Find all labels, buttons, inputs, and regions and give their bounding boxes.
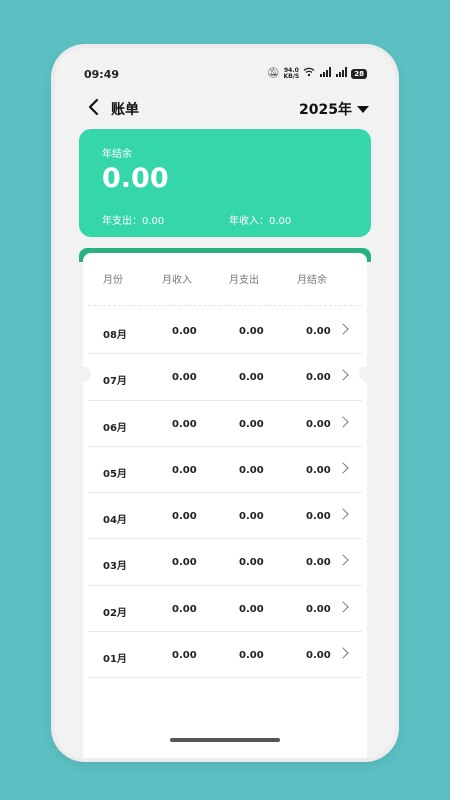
status-bar: 09:49 🔕︎ 94.0 KB/S 28 — [55, 48, 395, 88]
table-row[interactable]: 01月 0.00 0.00 0.00 — [88, 632, 362, 679]
row-month: 07月 — [103, 376, 127, 388]
year-income: 年收入：0.00 — [229, 212, 291, 227]
row-expense: 0.00 — [239, 650, 264, 662]
home-indicator[interactable] — [170, 738, 280, 742]
header-income: 月收入 — [162, 275, 192, 286]
table-header: 月份 月收入 月支出 月结余 — [83, 271, 367, 291]
chevron-left-icon[interactable] — [85, 98, 103, 116]
row-income: 0.00 — [172, 511, 197, 523]
battery-icon: 28 — [351, 69, 367, 79]
status-time: 09:49 — [84, 68, 120, 81]
year-income-value: 0.00 — [269, 216, 292, 227]
header-balance: 月结余 — [297, 275, 327, 286]
network-speed-unit: KB/S — [283, 73, 300, 80]
table-row[interactable]: 07月 0.00 0.00 0.00 — [88, 354, 362, 401]
chevron-right-icon — [337, 601, 349, 613]
row-income: 0.00 — [172, 418, 197, 430]
row-month: 01月 — [103, 654, 127, 666]
row-expense: 0.00 — [239, 511, 264, 523]
row-month: 08月 — [103, 330, 127, 341]
year-balance-amount: 0.00 — [102, 163, 169, 194]
row-income: 0.00 — [172, 557, 197, 569]
row-expense: 0.00 — [239, 603, 264, 615]
row-month: 04月 — [103, 515, 127, 527]
row-balance: 0.00 — [306, 464, 331, 476]
row-month: 06月 — [103, 422, 127, 434]
row-balance: 0.00 — [306, 650, 331, 662]
row-month: 05月 — [103, 468, 127, 480]
table-row[interactable]: 08月 0.00 0.00 0.00 — [88, 308, 362, 355]
signal-icon-1 — [319, 67, 332, 81]
row-month: 03月 — [103, 561, 127, 573]
header-divider — [88, 305, 362, 306]
row-income: 0.00 — [172, 650, 197, 662]
row-expense: 0.00 — [239, 418, 264, 430]
year-summary-card: 年结余 0.00 年支出：0.00 年收入：0.00 — [79, 129, 371, 237]
year-label: 2025年 — [299, 102, 352, 118]
network-speed: 94.0 KB/S — [284, 68, 300, 80]
row-balance: 0.00 — [306, 603, 331, 615]
row-balance: 0.00 — [306, 511, 331, 523]
year-balance-label: 年结余 — [102, 149, 132, 160]
table-row[interactable]: 03月 0.00 0.00 0.00 — [88, 539, 362, 586]
chevron-right-icon — [337, 415, 349, 428]
page-title: 账单 — [111, 102, 139, 118]
chevron-right-icon — [337, 554, 349, 567]
row-expense: 0.00 — [239, 326, 264, 337]
mute-icon: 🔕︎ — [266, 68, 280, 79]
chevron-right-icon — [337, 647, 349, 659]
row-balance: 0.00 — [306, 372, 331, 384]
signal-icon-2 — [335, 67, 348, 81]
wifi-icon — [303, 67, 315, 81]
year-expense: 年支出：0.00 — [102, 212, 164, 227]
year-expense-label: 年支出： — [102, 216, 142, 227]
year-selector[interactable]: 2025年 — [299, 99, 369, 119]
chevron-right-icon — [337, 462, 349, 474]
row-month: 02月 — [103, 607, 127, 619]
nav-bar: 账单 2025年 — [55, 92, 395, 122]
phone-frame: 09:49 🔕︎ 94.0 KB/S 28 账单 2025年 年结余 0.00 … — [55, 48, 395, 758]
table-row[interactable]: 04月 0.00 0.00 0.00 — [88, 493, 362, 540]
table-row[interactable]: 06月 0.00 0.00 0.00 — [88, 401, 362, 447]
row-expense: 0.00 — [239, 464, 264, 476]
table-row[interactable]: 02月 0.00 0.00 0.00 — [88, 586, 362, 633]
row-income: 0.00 — [172, 464, 197, 476]
table-row[interactable]: 05月 0.00 0.00 0.00 — [88, 447, 362, 494]
chevron-right-icon — [337, 369, 349, 381]
row-expense: 0.00 — [239, 372, 264, 384]
table-rows: 08月 0.00 0.00 0.00 07月 0.00 0.00 0.00 06… — [83, 308, 367, 679]
year-expense-value: 0.00 — [142, 216, 165, 227]
row-balance: 0.00 — [306, 418, 331, 430]
row-income: 0.00 — [172, 326, 197, 337]
caret-down-icon — [357, 105, 369, 113]
chevron-right-icon — [337, 508, 349, 520]
row-expense: 0.00 — [239, 557, 264, 569]
header-month: 月份 — [103, 275, 123, 286]
row-income: 0.00 — [172, 603, 197, 615]
row-income: 0.00 — [172, 372, 197, 384]
row-balance: 0.00 — [306, 326, 331, 337]
header-expense: 月支出 — [229, 275, 259, 286]
chevron-right-icon — [337, 323, 349, 335]
year-income-label: 年收入： — [229, 216, 269, 227]
monthly-table: 月份 月收入 月支出 月结余 08月 0.00 0.00 0.00 07月 0.… — [75, 253, 375, 758]
row-balance: 0.00 — [306, 557, 331, 569]
status-icons: 🔕︎ 94.0 KB/S 28 — [267, 67, 367, 81]
